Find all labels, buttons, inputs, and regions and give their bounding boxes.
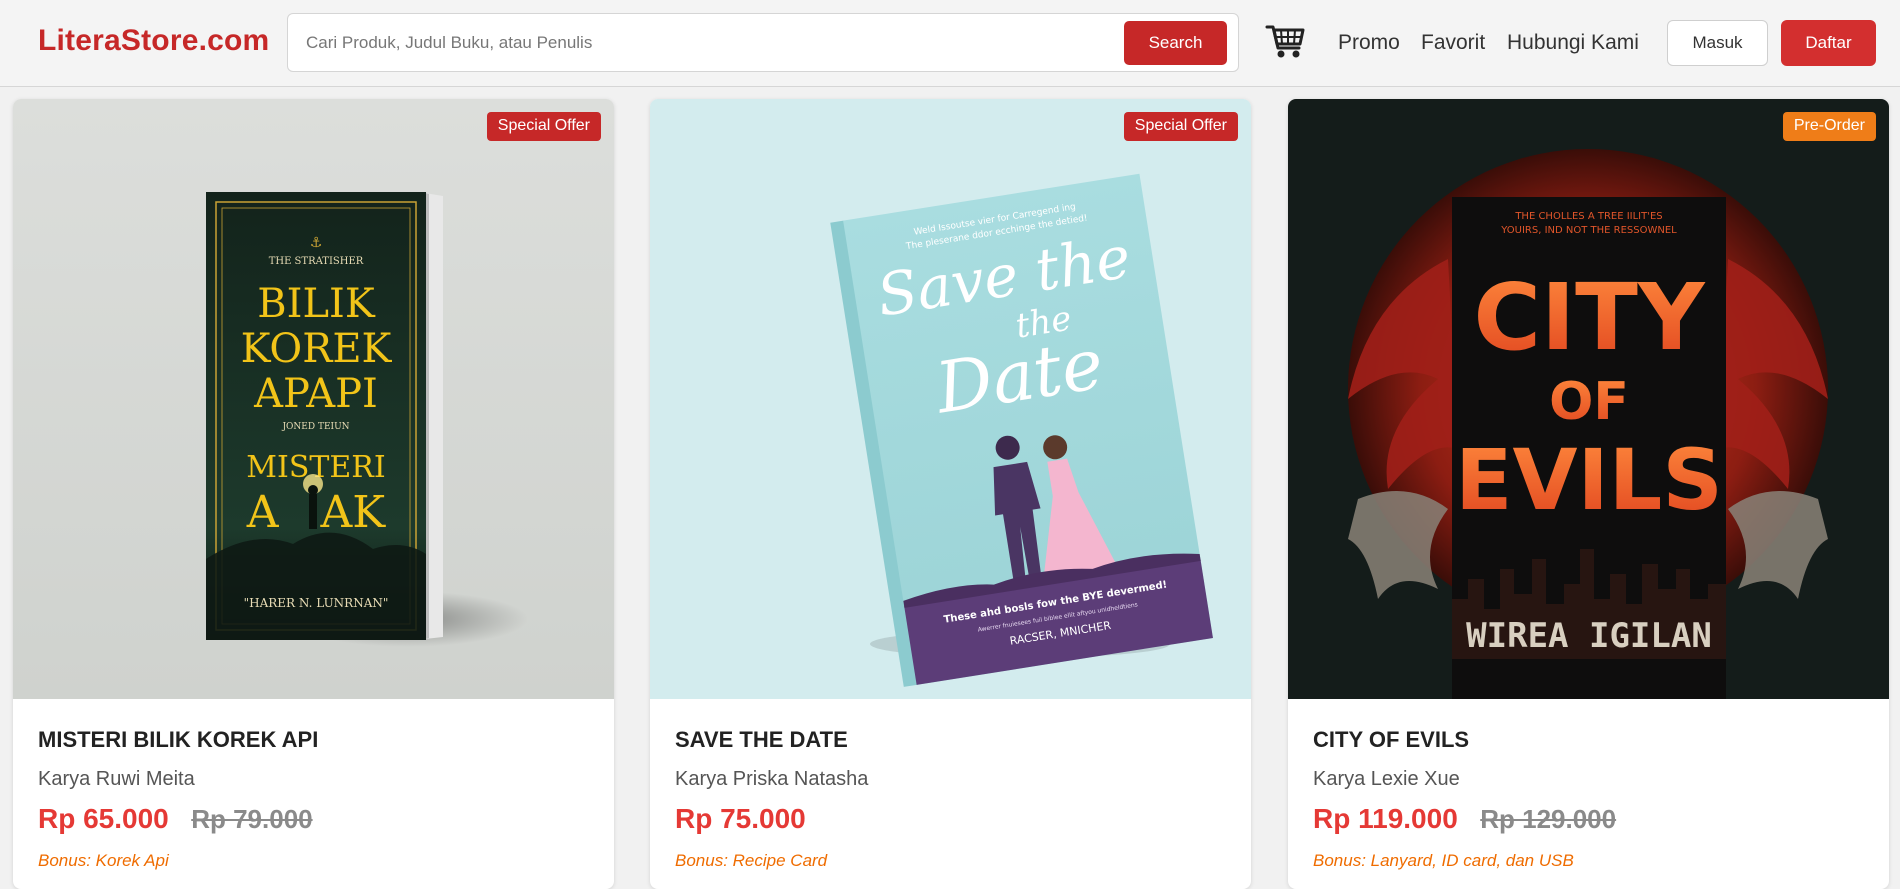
nav-link-promo[interactable]: Promo bbox=[1338, 31, 1400, 55]
product-author: Karya Ruwi Meita bbox=[38, 768, 195, 790]
cover-top-text: YOUIRS, IND NOT THE RESSOWNEL bbox=[1500, 225, 1677, 236]
cover-top-text: THE CHOLLES A TREE IILIT'ES bbox=[1514, 211, 1662, 222]
svg-text:⚓: ⚓ bbox=[310, 235, 323, 251]
pre-order-badge: Pre-Order bbox=[1782, 112, 1876, 141]
cover-title-line: BILIK bbox=[257, 281, 376, 327]
product-card[interactable]: Weld Issoutse vier for Carregend ing The… bbox=[650, 99, 1251, 889]
product-old-price: Rp 129.000 bbox=[1480, 804, 1617, 834]
product-title[interactable]: CITY OF EVILS bbox=[1313, 727, 1873, 753]
cover-title-line: EVILS bbox=[1455, 431, 1723, 529]
special-offer-badge: Special Offer bbox=[486, 112, 601, 141]
register-button[interactable]: Daftar bbox=[1781, 20, 1876, 66]
price-row: Rp 65.000 Rp 79.000 bbox=[38, 803, 598, 839]
product-bonus: Bonus: Recipe Card bbox=[675, 851, 828, 870]
nav-link-hubungi-kami[interactable]: Hubungi Kami bbox=[1507, 31, 1639, 55]
search-input[interactable] bbox=[306, 26, 1086, 60]
cover-author-text: "HARER N. LUNRNAN" bbox=[244, 596, 389, 610]
product-price: Rp 75.000 bbox=[675, 803, 806, 834]
search-bar: Search bbox=[287, 13, 1239, 72]
cover-top-text: THE STRATISHER bbox=[269, 256, 364, 267]
cover-title-line: APAPI bbox=[253, 371, 378, 417]
product-old-price: Rp 79.000 bbox=[191, 804, 313, 834]
product-bonus: Bonus: Lanyard, ID card, dan USB bbox=[1313, 851, 1574, 870]
site-logo[interactable]: LiteraStore.com bbox=[38, 24, 269, 58]
book-cover-image[interactable]: ⚓ THE STRATISHER BILIK KOREK APAPI JONED… bbox=[13, 99, 614, 699]
login-button[interactable]: Masuk bbox=[1667, 20, 1768, 66]
nav-link-favorit[interactable]: Favorit bbox=[1421, 31, 1485, 55]
product-author: Karya Priska Natasha bbox=[675, 768, 869, 790]
product-info: SAVE THE DATE Karya Priska Natasha Rp 75… bbox=[675, 727, 1235, 871]
site-header: LiteraStore.com Search Promo Favorit Hub… bbox=[0, 0, 1900, 87]
product-title[interactable]: SAVE THE DATE bbox=[675, 727, 1235, 753]
cover-middle-text: JONED TEIUN bbox=[281, 422, 349, 432]
product-title[interactable]: MISTERI BILIK KOREK API bbox=[38, 727, 598, 753]
product-price: Rp 119.000 bbox=[1313, 803, 1458, 834]
search-button[interactable]: Search bbox=[1124, 21, 1227, 65]
cover-author-text: WIREA IGILAN bbox=[1466, 616, 1712, 656]
shopping-cart-icon[interactable] bbox=[1265, 20, 1307, 62]
product-info: CITY OF EVILS Karya Lexie Xue Rp 119.000… bbox=[1313, 727, 1873, 871]
product-info: MISTERI BILIK KOREK API Karya Ruwi Meita… bbox=[38, 727, 598, 871]
product-bonus: Bonus: Korek Api bbox=[38, 851, 169, 870]
book-cover-image[interactable]: Weld Issoutse vier for Carregend ing The… bbox=[650, 99, 1251, 699]
cover-title-line: CITY bbox=[1473, 264, 1706, 371]
product-author: Karya Lexie Xue bbox=[1313, 768, 1460, 790]
product-price: Rp 65.000 bbox=[38, 803, 169, 834]
cover-title-line: KOREK bbox=[241, 326, 393, 372]
special-offer-badge: Special Offer bbox=[1123, 112, 1238, 141]
price-row: Rp 75.000 bbox=[675, 803, 1235, 839]
product-card[interactable]: ⚓ THE STRATISHER BILIK KOREK APAPI JONED… bbox=[13, 99, 614, 889]
book-cover-image[interactable]: THE CHOLLES A TREE IILIT'ES YOUIRS, IND … bbox=[1288, 99, 1889, 699]
price-row: Rp 119.000 Rp 129.000 bbox=[1313, 803, 1873, 839]
cover-title-line: OF bbox=[1549, 372, 1629, 432]
product-card[interactable]: THE CHOLLES A TREE IILIT'ES YOUIRS, IND … bbox=[1288, 99, 1889, 889]
